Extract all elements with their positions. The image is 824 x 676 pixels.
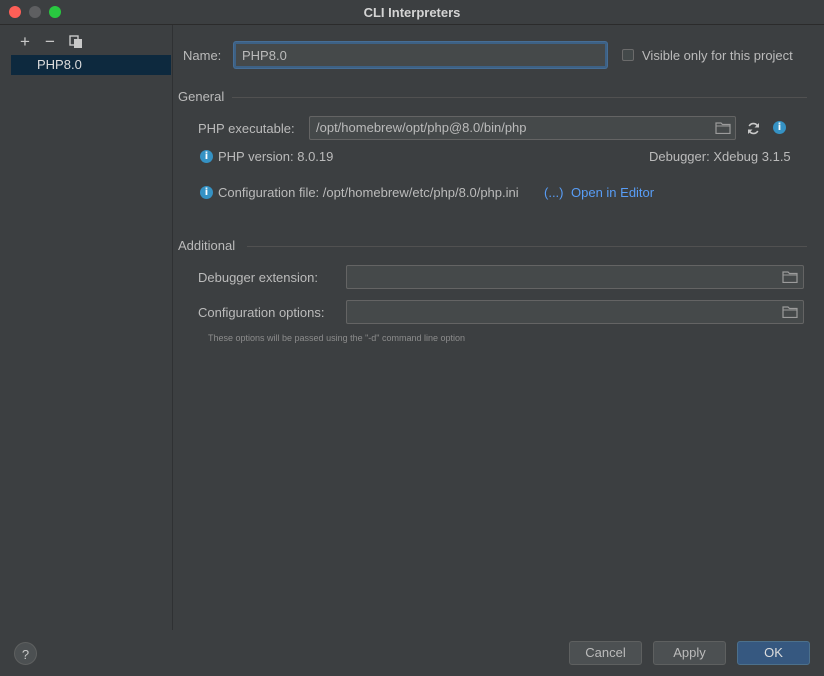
info-icon: i [200,186,213,199]
php-executable-field[interactable]: /opt/homebrew/opt/php@8.0/bin/php [309,116,736,140]
add-interpreter-button[interactable]: + [16,32,34,51]
minus-icon: − [45,32,55,51]
visible-only-checkbox[interactable] [622,49,634,61]
php-version-text: PHP version: 8.0.19 [218,149,334,164]
debugger-text: Debugger: Xdebug 3.1.5 [649,149,791,164]
title-bar: CLI Interpreters [0,0,824,25]
apply-button[interactable]: Apply [653,641,726,665]
remove-interpreter-button[interactable]: − [41,32,59,51]
info-icon[interactable]: i [773,121,786,134]
name-label: Name: [183,48,222,63]
copy-icon [69,35,82,48]
open-in-editor-link[interactable]: Open in Editor [571,185,654,200]
config-options-label: Configuration options: [198,305,325,320]
config-file-text: Configuration file: /opt/homebrew/etc/ph… [218,185,519,200]
folder-icon[interactable] [715,122,731,134]
folder-icon[interactable] [782,271,798,283]
window-title: CLI Interpreters [363,5,461,20]
copy-interpreter-button[interactable] [67,33,85,51]
additional-section-title: Additional [178,238,236,253]
debugger-extension-label: Debugger extension: [198,270,318,285]
name-input[interactable] [234,42,607,68]
php-executable-label: PHP executable: [198,121,295,136]
list-item[interactable]: PHP8.0 [11,55,171,75]
debugger-extension-field[interactable] [346,265,804,289]
general-separator [232,97,807,98]
cancel-button[interactable]: Cancel [569,641,642,665]
visible-only-label: Visible only for this project [642,48,793,63]
general-section-title: General [178,89,225,104]
ok-button[interactable]: OK [737,641,810,665]
config-options-field[interactable] [346,300,804,324]
reload-icon[interactable] [746,121,761,136]
plus-icon: + [20,32,30,51]
php-executable-value: /opt/homebrew/opt/php@8.0/bin/php [316,120,527,135]
config-more-link[interactable]: (...) [544,185,564,200]
additional-separator [247,246,807,247]
config-options-hint: These options will be passed using the "… [208,333,466,343]
interpreter-list-pane: + − PHP8.0 [0,25,173,630]
info-icon: i [200,150,213,163]
folder-icon[interactable] [782,306,798,318]
help-button[interactable]: ? [14,642,37,665]
